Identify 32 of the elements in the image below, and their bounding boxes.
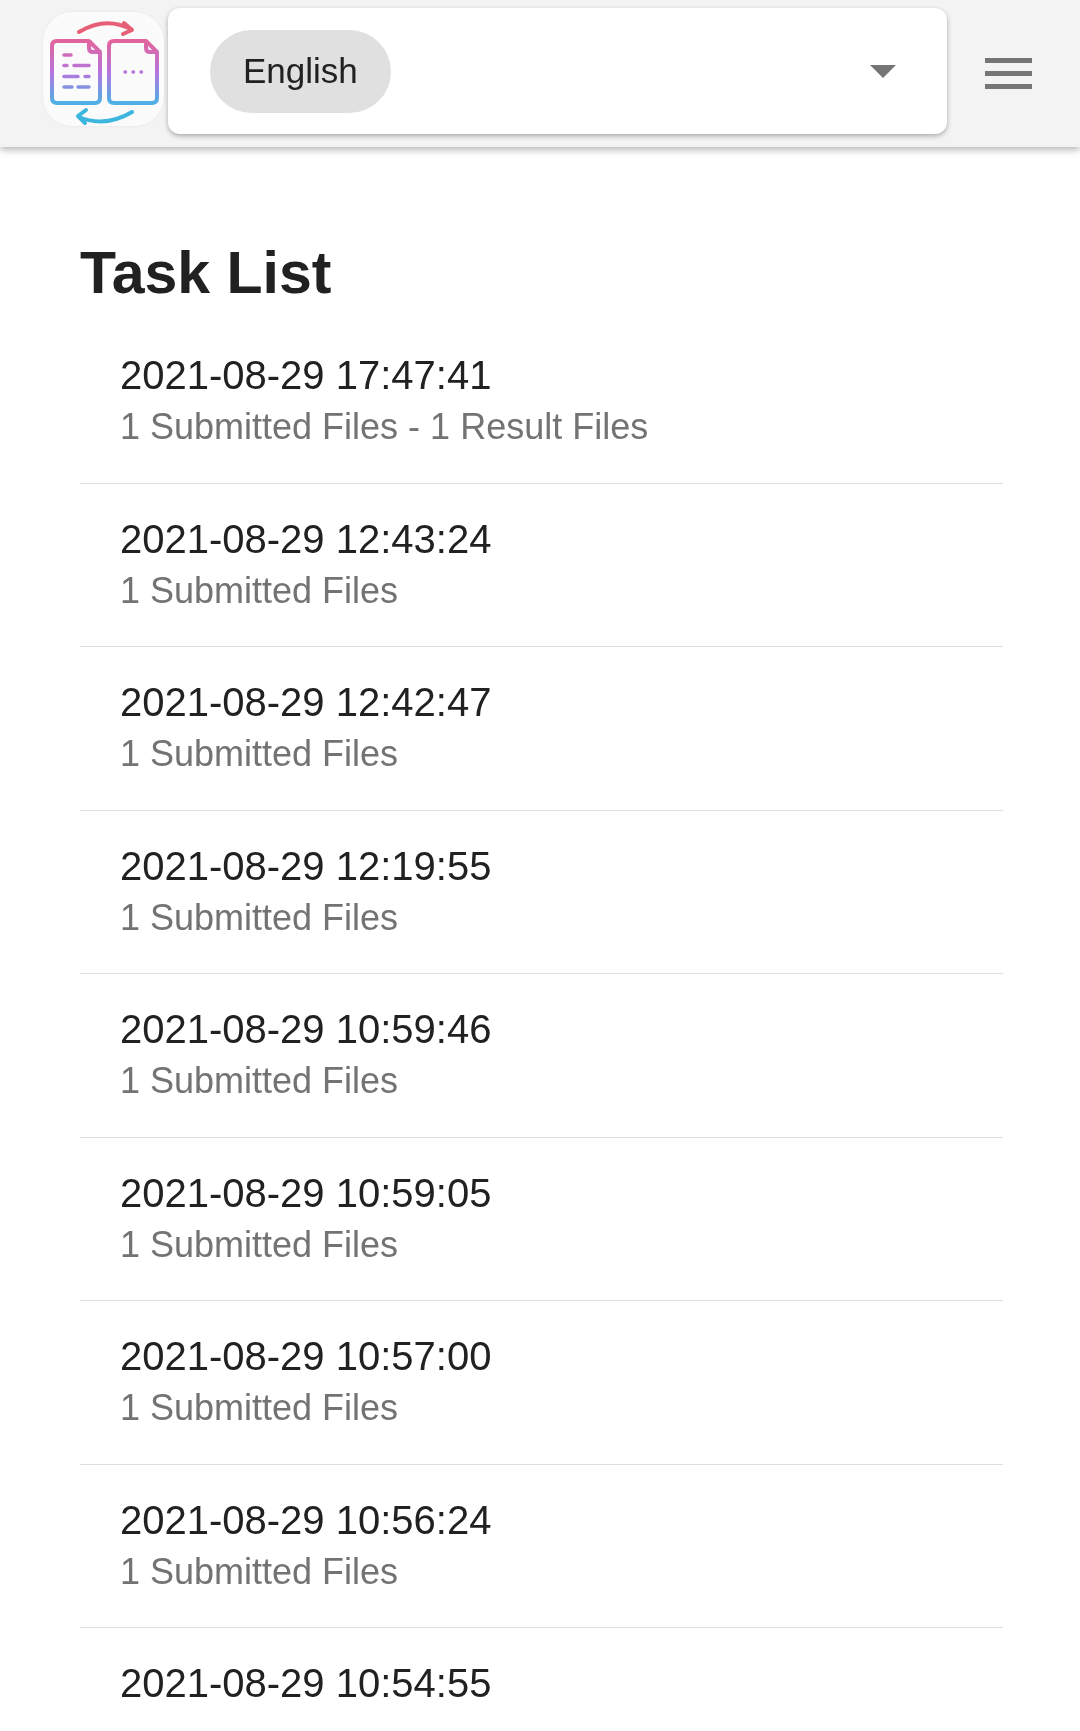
task-timestamp: 2021-08-29 12:43:24 [120, 515, 492, 563]
menu-icon[interactable] [985, 58, 1032, 89]
task-summary: 1 Submitted Files [120, 1386, 399, 1430]
task-list-item[interactable]: 2021-08-29 17:47:41 1 Submitted Files - 1 Result Files [80, 320, 1003, 484]
task-summary: 1 Submitted Files - 1 Result Files [120, 405, 649, 449]
task-list-item[interactable]: 2021-08-29 10:54:55 [80, 1628, 1003, 1713]
task-summary: 1 Submitted Files [120, 568, 399, 613]
task-timestamp: 2021-08-29 10:54:55 [120, 1660, 492, 1707]
task-summary: 1 Submitted Files [120, 1059, 399, 1103]
task-list-item[interactable]: 2021-08-29 10:57:00 1 Submitted Files [80, 1301, 1003, 1465]
task-summary: 1 Submitted Files [120, 1549, 399, 1594]
task-summary: 1 Submitted Files [120, 732, 399, 776]
task-timestamp: 2021-08-29 10:57:00 [120, 1333, 492, 1380]
task-list-item[interactable]: 2021-08-29 12:42:47 1 Submitted Files [80, 647, 1003, 811]
dropdown-caret-icon [870, 64, 896, 78]
task-timestamp: 2021-08-29 17:47:41 [120, 352, 492, 399]
task-list-item[interactable]: 2021-08-29 10:59:46 1 Submitted Files [80, 974, 1003, 1138]
task-list-item[interactable]: 2021-08-29 12:19:55 1 Submitted Files [80, 810, 1003, 974]
task-timestamp: 2021-08-29 10:59:05 [120, 1169, 492, 1217]
task-list-item[interactable]: 2021-08-29 10:59:05 1 Submitted Files [80, 1137, 1003, 1301]
task-list-item[interactable]: 2021-08-29 12:43:24 1 Submitted Files [80, 483, 1003, 647]
task-timestamp: 2021-08-29 10:59:46 [120, 1006, 492, 1053]
page-title: Task List [80, 239, 333, 308]
task-timestamp: 2021-08-29 12:42:47 [120, 679, 492, 726]
task-list-item[interactable]: 2021-08-29 10:56:24 1 Submitted Files [80, 1464, 1003, 1628]
task-summary: 1 Submitted Files [120, 895, 399, 940]
language-chip[interactable]: English [210, 29, 391, 113]
language-dropdown[interactable]: English [168, 8, 947, 134]
task-timestamp: 2021-08-29 10:56:24 [120, 1496, 492, 1544]
task-timestamp: 2021-08-29 12:19:55 [120, 842, 492, 890]
task-summary: 1 Submitted Files [120, 1222, 399, 1267]
app-logo-icon [43, 12, 164, 126]
